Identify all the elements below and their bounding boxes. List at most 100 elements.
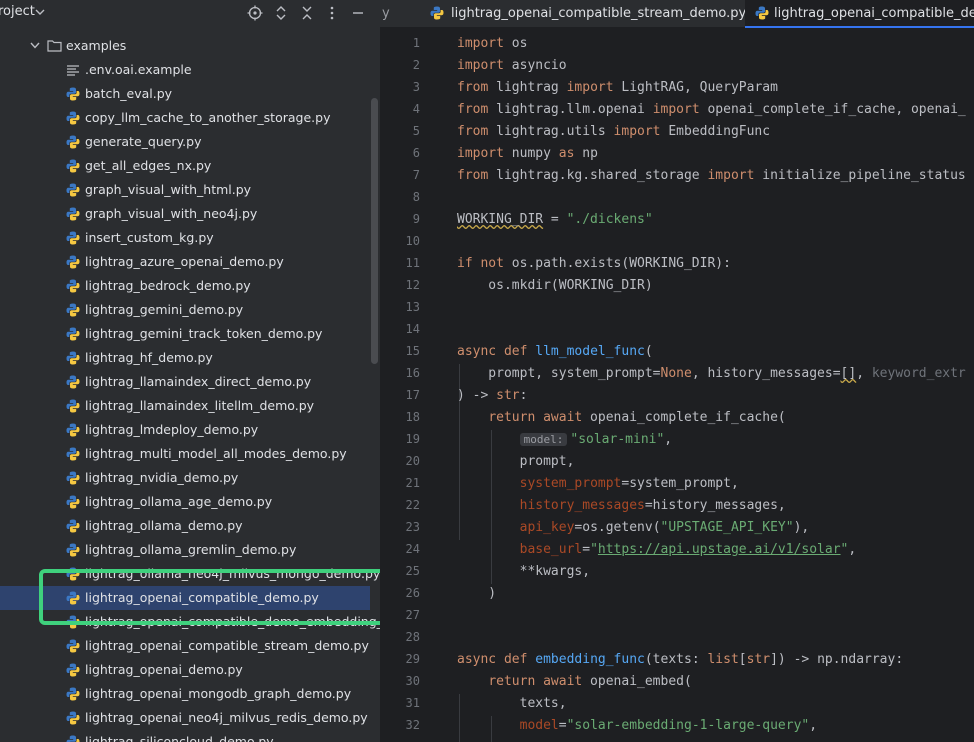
code-line[interactable]: import os [457, 33, 527, 55]
python-file-icon [66, 639, 80, 653]
tree-file[interactable]: insert_custom_kg.py [0, 226, 370, 250]
file-label: lightrag_ollama_gremlin_demo.py [85, 542, 297, 557]
file-label: lightrag_ollama_demo.py [85, 518, 243, 533]
tree-file[interactable]: lightrag_multi_model_all_modes_demo.py [0, 442, 370, 466]
python-file-icon [66, 447, 80, 461]
code-line[interactable]: from lightrag import LightRAG, QueryPara… [457, 77, 778, 99]
python-file-icon [66, 231, 80, 245]
hide-panel-icon[interactable] [350, 5, 366, 21]
line-number: 17 [405, 388, 420, 402]
python-file-icon [66, 87, 80, 101]
code-line[interactable]: model="solar-embedding-1-large-query", [457, 715, 817, 737]
code-line[interactable]: return await openai_embed( [457, 671, 692, 693]
python-file-icon [66, 495, 80, 509]
code-line[interactable]: os.mkdir(WORKING_DIR) [457, 275, 652, 297]
highlight-box [39, 569, 380, 625]
project-panel-header: roject [0, 0, 380, 26]
text-file-icon [67, 65, 79, 76]
code-line[interactable]: import asyncio [457, 55, 567, 77]
code-line[interactable]: **kwargs, [457, 561, 590, 583]
tree-file[interactable]: lightrag_hf_demo.py [0, 346, 370, 370]
locate-file-icon[interactable] [247, 5, 263, 21]
file-label: lightrag_openai_compatible_stream_demo.p… [85, 638, 369, 653]
tree-file[interactable]: lightrag_gemini_track_token_demo.py [0, 322, 370, 346]
tree-file[interactable]: lightrag_siliconcloud_demo.py [0, 730, 370, 742]
python-file-icon [66, 183, 80, 197]
code-line[interactable]: from lightrag.llm.openai import openai_c… [457, 99, 966, 121]
tree-file[interactable]: lightrag_gemini_demo.py [0, 298, 370, 322]
code-line[interactable]: if not os.path.exists(WORKING_DIR): [457, 253, 731, 275]
line-number: 13 [405, 300, 420, 314]
tree-file[interactable]: lightrag_openai_compatible_stream_demo.p… [0, 634, 370, 658]
code-line[interactable]: prompt, [457, 451, 575, 473]
tree-file[interactable]: .env.oai.example [0, 58, 370, 82]
tree-file[interactable]: lightrag_openai_mongodb_graph_demo.py [0, 682, 370, 706]
python-file-icon [66, 687, 80, 701]
file-label: lightrag_hf_demo.py [85, 350, 213, 365]
code-line[interactable]: model: "solar-mini", [457, 429, 672, 451]
folder-icon [47, 40, 62, 52]
tab-partial[interactable]: y [380, 0, 396, 27]
code-line[interactable]: api_key=os.getenv("UPSTAGE_API_KEY"), [457, 517, 810, 539]
tree-file[interactable]: lightrag_llamaindex_litellm_demo.py [0, 394, 370, 418]
file-label: batch_eval.py [85, 86, 173, 101]
code-editor[interactable]: import os import asyncio from lightrag imp… [440, 28, 974, 742]
tree-folder-examples[interactable]: examples [0, 34, 370, 58]
code-line[interactable]: async def embedding_func(texts: list[str… [457, 649, 903, 671]
tree-file[interactable]: lightrag_ollama_demo.py [0, 514, 370, 538]
line-number: 6 [412, 146, 420, 160]
code-line[interactable]: from lightrag.utils import EmbeddingFunc [457, 121, 770, 143]
tree-file[interactable]: lightrag_bedrock_demo.py [0, 274, 370, 298]
python-file-icon [66, 255, 80, 269]
tree-file[interactable]: lightrag_azure_openai_demo.py [0, 250, 370, 274]
tree-file[interactable]: lightrag_nvidia_demo.py [0, 466, 370, 490]
tab-stream-demo[interactable]: lightrag_openai_compatible_stream_demo.p… [420, 0, 746, 27]
collapse-all-icon[interactable] [299, 5, 315, 21]
tree-file[interactable]: generate_query.py [0, 130, 370, 154]
more-options-icon[interactable] [324, 5, 340, 21]
file-label: lightrag_azure_openai_demo.py [85, 254, 284, 269]
line-number: 11 [405, 256, 420, 270]
chevron-down-icon[interactable] [35, 9, 45, 15]
expand-all-icon[interactable] [273, 5, 289, 21]
line-number: 10 [405, 234, 420, 248]
scrollbar[interactable] [371, 98, 378, 364]
tree-file[interactable]: lightrag_openai_neo4j_milvus_redis_demo.… [0, 706, 370, 730]
code-line[interactable]: async def llm_model_func( [457, 341, 653, 363]
file-label: lightrag_gemini_track_token_demo.py [85, 326, 323, 341]
code-line[interactable]: from lightrag.kg.shared_storage import i… [457, 165, 966, 187]
tree-file[interactable]: batch_eval.py [0, 82, 370, 106]
tree-file[interactable]: lightrag_openai_demo.py [0, 658, 370, 682]
code-line[interactable]: ) -> str: [457, 385, 527, 407]
line-number: 32 [405, 718, 420, 732]
project-panel-title[interactable]: roject [0, 4, 35, 19]
code-line[interactable]: ) [457, 583, 496, 605]
tab-label: lightrag_openai_compatible_stream_demo.p… [451, 6, 747, 21]
line-number: 1 [412, 36, 420, 50]
code-line[interactable]: WORKING_DIR = "./dickens" [457, 209, 653, 231]
python-file-icon [755, 6, 769, 20]
python-file-icon [66, 711, 80, 725]
python-file-icon [66, 735, 80, 742]
code-line[interactable]: return await openai_complete_if_cache( [457, 407, 785, 429]
code-line[interactable]: system_prompt=system_prompt, [457, 473, 739, 495]
code-line[interactable]: texts, [457, 693, 567, 715]
chevron-down-icon[interactable] [30, 42, 40, 49]
python-file-icon [66, 375, 80, 389]
line-number: 24 [405, 542, 420, 556]
tree-file[interactable]: graph_visual_with_html.py [0, 178, 370, 202]
line-number: 7 [412, 168, 420, 182]
tree-file[interactable]: copy_llm_cache_to_another_storage.py [0, 106, 370, 130]
code-line[interactable]: base_url="https://api.upstage.ai/v1/sola… [457, 539, 857, 561]
tree-file[interactable]: lightrag_llamaindex_direct_demo.py [0, 370, 370, 394]
line-number: 31 [405, 696, 420, 710]
tree-file[interactable]: lightrag_lmdeploy_demo.py [0, 418, 370, 442]
code-line[interactable]: history_messages=history_messages, [457, 495, 786, 517]
tree-file[interactable]: lightrag_ollama_age_demo.py [0, 490, 370, 514]
tab-compatible-demo[interactable]: lightrag_openai_compatible_demo [745, 0, 974, 28]
tree-file[interactable]: get_all_edges_nx.py [0, 154, 370, 178]
code-line[interactable]: import numpy as np [457, 143, 598, 165]
code-line[interactable]: prompt, system_prompt=None, history_mess… [457, 363, 965, 385]
tree-file[interactable]: lightrag_ollama_gremlin_demo.py [0, 538, 370, 562]
tree-file[interactable]: graph_visual_with_neo4j.py [0, 202, 370, 226]
